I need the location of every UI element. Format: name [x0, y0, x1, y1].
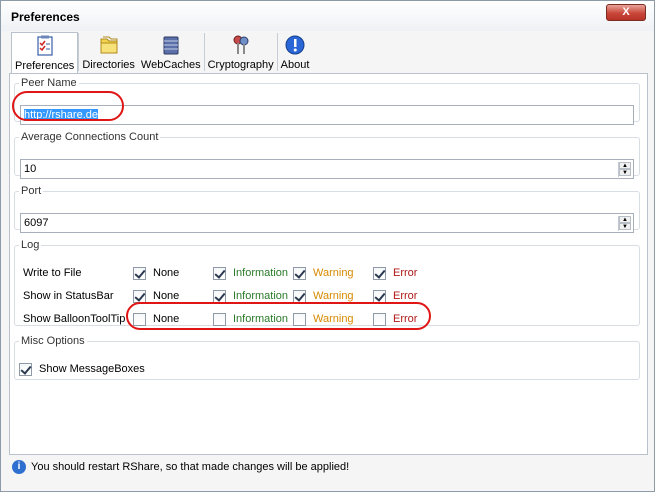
status-bar: i You should restart RShare, so that mad… [9, 458, 648, 476]
port-spinner[interactable]: ▲ ▼ [618, 216, 631, 231]
log-col-warning: Warning [313, 290, 354, 302]
close-button[interactable]: X [606, 4, 646, 21]
tab-directories[interactable]: Directories [79, 32, 138, 73]
info-icon [285, 35, 305, 55]
log-col-error: Error [393, 267, 418, 279]
status-text: You should restart RShare, so that made … [31, 461, 350, 473]
log-col-information: Information [233, 267, 289, 279]
port-legend: Port [21, 185, 42, 197]
port-input[interactable]: 6097 ▲ ▼ [20, 213, 634, 233]
tab-about[interactable]: About [278, 32, 313, 73]
write-none-checkbox[interactable] [133, 267, 146, 280]
port-value: 6097 [24, 217, 49, 229]
log-row-label: Show BalloonToolTip [23, 313, 126, 325]
spin-up-icon[interactable]: ▲ [619, 162, 631, 169]
log-col-error: Error [393, 290, 418, 302]
database-icon [163, 36, 179, 55]
tab-directories-label: Directories [82, 59, 135, 71]
log-row-label: Show in StatusBar [23, 290, 114, 302]
log-row-label: Write to File [23, 267, 82, 279]
preferences-window: Preferences X Preferences Directories We… [0, 0, 655, 492]
folder-icon [100, 36, 118, 54]
avg-connections-value: 10 [24, 163, 37, 175]
log-col-none: None [153, 267, 180, 279]
tab-webcaches[interactable]: WebCaches [138, 32, 204, 73]
keys-icon [233, 35, 249, 54]
write-error-checkbox[interactable] [373, 267, 386, 280]
preferences-panel: Peer Name http://rshare.de Average Conne… [9, 73, 648, 455]
write-warning-checkbox[interactable] [293, 267, 306, 280]
peer-name-legend: Peer Name [21, 77, 77, 89]
tab-cryptography-label: Cryptography [207, 59, 274, 71]
spin-up-icon[interactable]: ▲ [619, 216, 631, 223]
show-messageboxes-checkbox[interactable] [19, 363, 32, 376]
spin-down-icon[interactable]: ▼ [619, 169, 631, 176]
misc-options-group: Misc Options Show MessageBoxes [14, 336, 640, 380]
log-col-warning: Warning [313, 267, 354, 279]
toolbar: Preferences Directories WebCaches Crypto… [11, 32, 312, 74]
avg-connections-legend: Average Connections Count [21, 131, 159, 143]
info-icon: i [12, 460, 26, 474]
show-messageboxes-label: Show MessageBoxes [39, 363, 145, 375]
tab-webcaches-label: WebCaches [140, 59, 201, 71]
log-col-information: Information [233, 290, 289, 302]
port-group: Port 6097 ▲ ▼ [14, 185, 640, 233]
spin-down-icon[interactable]: ▼ [619, 223, 631, 230]
avg-connections-spinner[interactable]: ▲ ▼ [618, 162, 631, 177]
window-title: Preferences [11, 10, 80, 24]
tab-cryptography[interactable]: Cryptography [205, 32, 277, 73]
tab-preferences-label: Preferences [15, 60, 75, 72]
annotation-oval-balloon-row [126, 302, 431, 330]
log-col-none: None [153, 290, 180, 302]
checklist-icon [37, 35, 53, 56]
annotation-oval-peer-name [12, 91, 124, 121]
tab-preferences[interactable]: Preferences [11, 32, 79, 73]
tab-about-label: About [280, 59, 310, 71]
misc-options-legend: Misc Options [21, 335, 85, 347]
title-bar: Preferences X [1, 1, 654, 31]
write-information-checkbox[interactable] [213, 267, 226, 280]
avg-connections-input[interactable]: 10 ▲ ▼ [20, 159, 634, 179]
log-legend: Log [21, 239, 40, 251]
avg-connections-group: Average Connections Count 10 ▲ ▼ [14, 131, 640, 179]
